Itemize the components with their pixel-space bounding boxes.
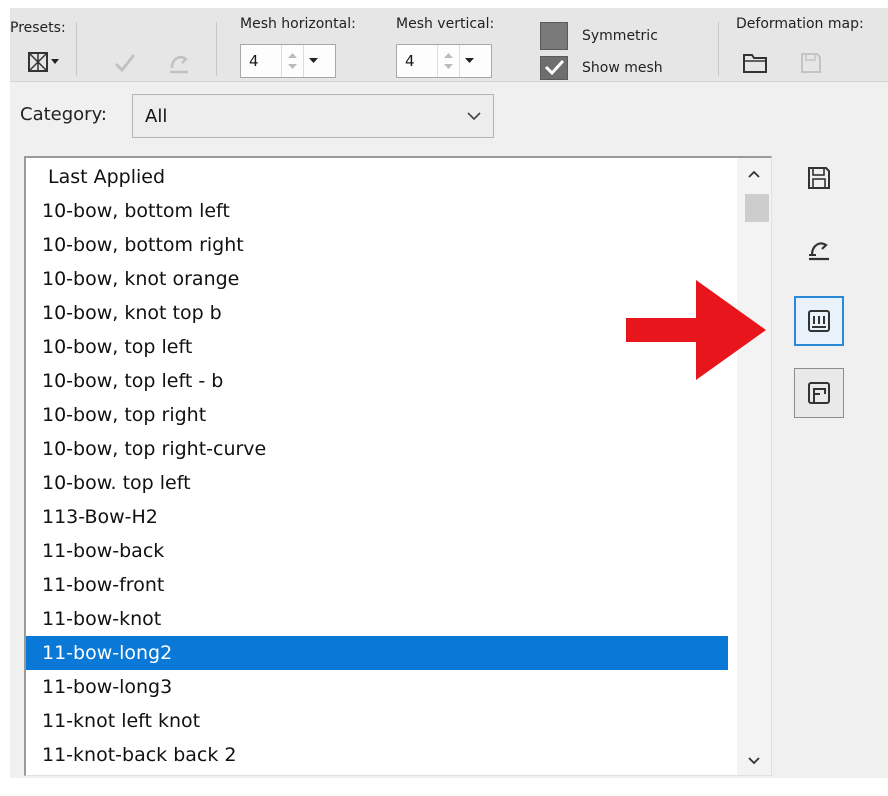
presets-button[interactable] (22, 48, 64, 76)
spin-down-icon (288, 64, 297, 69)
spin-down-icon (444, 64, 453, 69)
symmetric-checkbox[interactable] (540, 22, 568, 50)
list-item[interactable]: 10-bow, knot orange (26, 262, 728, 296)
list-item[interactable]: 10-bow, knot top b (26, 296, 728, 330)
reset-preset-button[interactable] (794, 224, 844, 274)
chevron-up-icon (748, 170, 760, 178)
list-item[interactable]: 11-bow-knot (26, 602, 728, 636)
list-item[interactable]: 11-bow-back (26, 534, 728, 568)
mesh-horizontal-spin[interactable] (281, 45, 303, 77)
list-item[interactable]: 10-bow, top left (26, 330, 728, 364)
list-item[interactable]: 11-knot-back back 2 (26, 738, 728, 772)
mesh-horizontal-stepper[interactable]: 4 (240, 44, 336, 78)
list-item[interactable]: 10-bow. top left (26, 466, 728, 500)
show-mesh-checkbox[interactable] (540, 56, 568, 80)
list-item[interactable]: 10-bow, top right-curve (26, 432, 728, 466)
chevron-down-icon (467, 111, 481, 120)
spin-up-icon (288, 53, 297, 58)
checkmark-icon (114, 54, 136, 73)
mesh-grid-icon (808, 310, 830, 332)
reset-icon (170, 56, 188, 74)
list-item[interactable]: 113-Bow-H2 (26, 500, 728, 534)
list-item[interactable]: 11-bow-long2 (26, 636, 728, 670)
chevron-down-icon (465, 58, 474, 63)
save-icon (808, 167, 830, 189)
reset-button[interactable] (164, 48, 194, 78)
show-mesh-label: Show mesh (582, 60, 663, 76)
scroll-up-button[interactable] (737, 164, 771, 184)
list-item[interactable]: Last Applied (26, 160, 728, 194)
category-select[interactable]: All (132, 94, 494, 138)
chevron-down-icon (51, 59, 59, 64)
preset-list-items: Last Applied 10-bow, bottom left 10-bow,… (26, 160, 728, 772)
frame-preset-button[interactable] (794, 368, 844, 418)
checkmark-icon (544, 59, 565, 76)
toolbar: Presets: Mesh horizontal: 4 Mesh vertica… (10, 8, 888, 82)
list-item[interactable]: 10-bow, bottom left (26, 194, 728, 228)
list-item[interactable]: 10-bow, bottom right (26, 228, 728, 262)
list-item[interactable]: 11-bow-front (26, 568, 728, 602)
spin-up-icon (444, 53, 453, 58)
mesh-vertical-label: Mesh vertical: (396, 16, 495, 32)
chevron-down-icon (309, 58, 318, 63)
reset-icon (809, 242, 829, 261)
save-preset-button[interactable] (794, 153, 844, 203)
mesh-vertical-stepper[interactable]: 4 (396, 44, 492, 78)
presets-label: Presets: (10, 20, 66, 36)
category-label: Category: (20, 104, 107, 125)
preset-grid-icon (28, 52, 48, 72)
open-deformation-map-button[interactable] (740, 48, 770, 78)
mesh-vertical-spin[interactable] (437, 45, 459, 77)
save-icon (801, 53, 821, 73)
apply-button[interactable] (110, 48, 140, 78)
symmetric-label: Symmetric (582, 28, 658, 44)
mesh-horizontal-label: Mesh horizontal: (240, 16, 356, 32)
frame-icon (808, 382, 830, 404)
list-item[interactable]: 11-bow-long3 (26, 670, 728, 704)
scroll-down-button[interactable] (737, 751, 771, 771)
mesh-vertical-dropdown[interactable] (459, 45, 479, 77)
red-arrow-annotation (626, 280, 766, 380)
folder-icon (743, 54, 767, 73)
list-item[interactable]: 10-bow, top left - b (26, 364, 728, 398)
scroll-thumb[interactable] (745, 194, 769, 222)
list-item[interactable]: 10-bow, top right (26, 398, 728, 432)
mesh-preset-button[interactable] (794, 296, 844, 346)
category-selected-value: All (145, 105, 168, 127)
mesh-horizontal-dropdown[interactable] (303, 45, 323, 77)
save-deformation-map-button[interactable] (796, 48, 826, 78)
preset-list[interactable]: Last Applied 10-bow, bottom left 10-bow,… (24, 156, 772, 776)
list-scrollbar[interactable] (737, 158, 771, 775)
chevron-down-icon (748, 757, 760, 765)
mesh-vertical-value: 4 (405, 52, 415, 70)
mesh-horizontal-value: 4 (249, 52, 259, 70)
mesh-warp-dialog: Presets: Mesh horizontal: 4 Mesh vertica… (10, 8, 888, 778)
list-item[interactable]: 11-knot left knot (26, 704, 728, 738)
deformation-map-label: Deformation map: (736, 16, 864, 32)
